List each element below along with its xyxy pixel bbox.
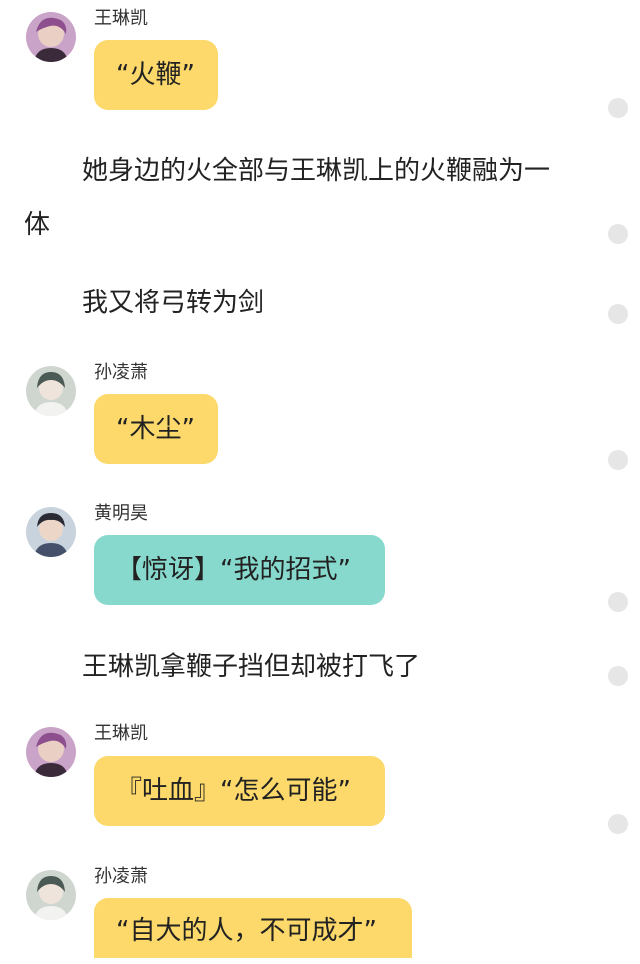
message-bubble[interactable]: “自大的人，不可成才” (94, 898, 412, 958)
avatar-icon (26, 507, 76, 557)
avatar-wang-linkai[interactable] (26, 727, 76, 777)
side-dot[interactable] (608, 814, 628, 834)
side-dot[interactable] (608, 666, 628, 686)
sender-name: 黄明昊 (94, 503, 148, 524)
sender-name: 王琳凯 (94, 723, 148, 744)
narration-line: 体 (24, 210, 51, 240)
avatar-icon (26, 870, 76, 920)
avatar-huang-minghao[interactable] (26, 507, 76, 557)
avatar-sun-lingxiao[interactable] (26, 870, 76, 920)
sender-name: 孙凌萧 (94, 866, 148, 887)
message-bubble[interactable]: 『吐血』“怎么可能” (94, 756, 385, 826)
side-dot[interactable] (608, 224, 628, 244)
message-bubble[interactable]: “木尘” (94, 394, 218, 464)
side-dot[interactable] (608, 450, 628, 470)
sender-name: 王琳凯 (94, 8, 148, 29)
avatar-icon (26, 12, 76, 62)
message-bubble[interactable]: “火鞭” (94, 40, 218, 110)
avatar-icon (26, 727, 76, 777)
narration-line: 王琳凯拿鞭子挡但却被打飞了 (82, 652, 421, 682)
avatar-sun-lingxiao[interactable] (26, 366, 76, 416)
side-dot[interactable] (608, 304, 628, 324)
side-dot[interactable] (608, 592, 628, 612)
message-bubble[interactable]: 【惊讶】“我的招式” (94, 535, 385, 605)
sender-name: 孙凌萧 (94, 362, 148, 383)
narration-line: 她身边的火全部与王琳凯上的火鞭融为一 (82, 156, 551, 186)
avatar-icon (26, 366, 76, 416)
side-dot[interactable] (608, 98, 628, 118)
avatar-wang-linkai[interactable] (26, 12, 76, 62)
narration-line: 我又将弓转为剑 (82, 288, 265, 318)
